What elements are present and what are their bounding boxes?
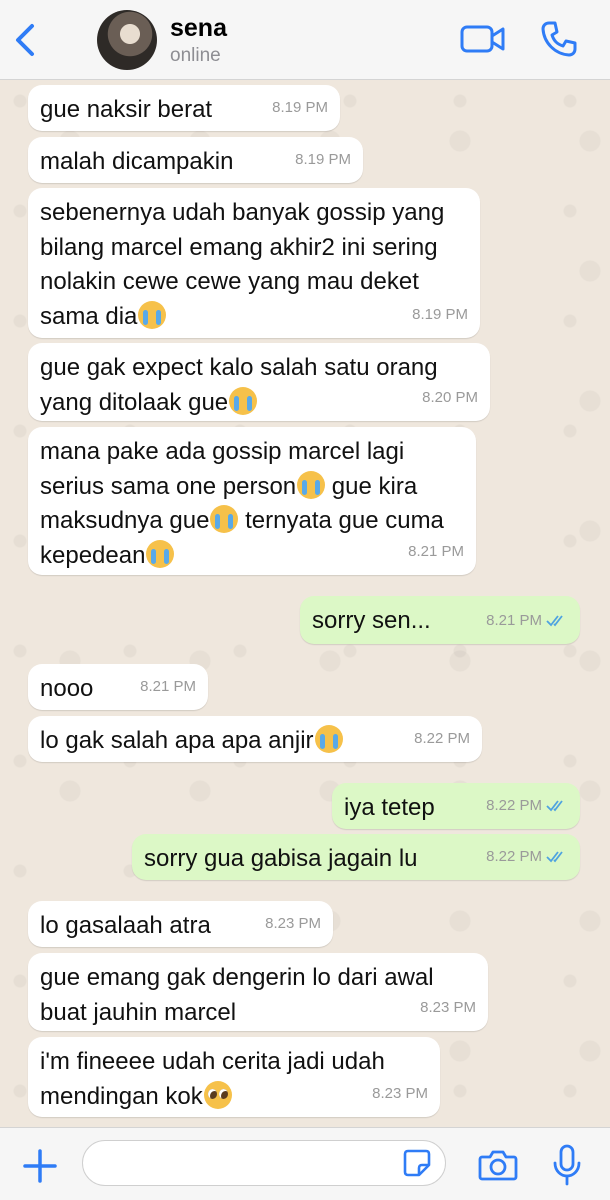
message-timestamp: 8.20 PM bbox=[422, 381, 478, 416]
timestamp-text: 8.23 PM bbox=[420, 998, 476, 1016]
phone-icon[interactable] bbox=[540, 20, 578, 58]
timestamp-text: 8.23 PM bbox=[265, 914, 321, 932]
plus-icon[interactable] bbox=[22, 1148, 58, 1184]
message-text: lo gak salah apa apa anjir bbox=[40, 727, 314, 754]
timestamp-text: 8.19 PM bbox=[412, 305, 468, 323]
message-text: gue emang gak dengerin lo dari awal buat… bbox=[40, 964, 434, 1026]
camera-icon[interactable] bbox=[478, 1148, 518, 1182]
incoming-message[interactable]: lo gasalaah atra 8.23 PM bbox=[28, 901, 333, 947]
message-list[interactable]: gue naksir berat 8.19 PM malah dicampakin 8… bbox=[0, 81, 610, 1127]
loudly-crying-face-emoji bbox=[297, 470, 326, 499]
message-text: nooo bbox=[40, 675, 94, 702]
message-text: iya tetep bbox=[344, 794, 435, 821]
loudly-crying-face-emoji bbox=[138, 300, 167, 329]
outgoing-message[interactable]: iya tetep 8.22 PM bbox=[332, 783, 580, 829]
pleading-face-emoji bbox=[203, 1080, 232, 1109]
message-text: sorry gua gabisa jagain lu bbox=[144, 845, 418, 872]
outgoing-message[interactable]: sorry gua gabisa jagain lu 8.22 PM bbox=[132, 834, 580, 880]
avatar[interactable] bbox=[97, 10, 157, 70]
timestamp-text: 8.22 PM bbox=[486, 847, 542, 865]
message-timestamp: 8.23 PM bbox=[372, 1077, 428, 1112]
timestamp-text: 8.19 PM bbox=[295, 150, 351, 168]
loudly-crying-face-emoji bbox=[229, 386, 258, 415]
message-timestamp: 8.21 PM bbox=[486, 604, 568, 639]
message-text: gue naksir berat bbox=[40, 96, 213, 123]
read-ticks-icon bbox=[546, 851, 563, 863]
video-camera-icon[interactable] bbox=[460, 22, 506, 56]
message-timestamp: 8.19 PM bbox=[295, 143, 351, 178]
loudly-crying-face-emoji bbox=[210, 505, 239, 533]
message-input[interactable] bbox=[82, 1140, 446, 1186]
chevron-left-icon[interactable] bbox=[10, 22, 42, 58]
contact-name[interactable]: sena bbox=[170, 14, 227, 43]
chat-header: sena online bbox=[0, 0, 610, 80]
timestamp-text: 8.21 PM bbox=[408, 542, 464, 560]
message-timestamp: 8.19 PM bbox=[412, 298, 468, 333]
message-text: sorry sen... bbox=[312, 607, 431, 634]
incoming-message[interactable]: gue naksir berat 8.19 PM bbox=[28, 85, 340, 131]
timestamp-text: 8.22 PM bbox=[414, 729, 470, 747]
incoming-message[interactable]: lo gak salah apa apa anjir 8.22 PM bbox=[28, 716, 482, 762]
timestamp-text: 8.21 PM bbox=[486, 611, 542, 629]
composer-bar bbox=[0, 1127, 610, 1200]
timestamp-text: 8.21 PM bbox=[140, 677, 196, 695]
message-timestamp: 8.22 PM bbox=[486, 789, 568, 824]
timestamp-text: 8.19 PM bbox=[272, 98, 328, 116]
incoming-message[interactable]: i'm fineeee udah cerita jadi udah mendin… bbox=[28, 1037, 440, 1117]
message-text: sebenernya udah banyak gossip yang bilan… bbox=[40, 199, 445, 330]
message-text: lo gasalaah atra bbox=[40, 912, 211, 939]
contact-status: online bbox=[170, 45, 221, 66]
incoming-message[interactable]: malah dicampakin 8.19 PM bbox=[28, 137, 363, 183]
message-timestamp: 8.19 PM bbox=[272, 91, 328, 126]
outgoing-message[interactable]: sorry sen... 8.21 PM bbox=[300, 596, 580, 644]
incoming-message[interactable]: mana pake ada gossip marcel lagi serius … bbox=[28, 427, 476, 575]
read-ticks-icon bbox=[546, 615, 563, 627]
message-timestamp: 8.23 PM bbox=[420, 991, 476, 1026]
message-text: malah dicampakin bbox=[40, 148, 234, 175]
timestamp-text: 8.22 PM bbox=[486, 796, 542, 814]
incoming-message[interactable]: gue gak expect kalo salah satu orang yan… bbox=[28, 343, 490, 421]
message-timestamp: 8.21 PM bbox=[140, 670, 196, 705]
incoming-message[interactable]: nooo 8.21 PM bbox=[28, 664, 208, 710]
incoming-message[interactable]: sebenernya udah banyak gossip yang bilan… bbox=[28, 188, 480, 338]
read-ticks-icon bbox=[546, 800, 563, 812]
loudly-crying-face-emoji bbox=[146, 539, 175, 568]
sticker-icon[interactable] bbox=[402, 1148, 432, 1178]
microphone-icon[interactable] bbox=[552, 1144, 582, 1186]
message-timestamp: 8.21 PM bbox=[408, 535, 464, 570]
message-timestamp: 8.22 PM bbox=[486, 840, 568, 875]
incoming-message[interactable]: gue emang gak dengerin lo dari awal buat… bbox=[28, 953, 488, 1031]
loudly-crying-face-emoji bbox=[314, 725, 343, 753]
message-timestamp: 8.22 PM bbox=[414, 722, 470, 757]
timestamp-text: 8.20 PM bbox=[422, 388, 478, 406]
message-timestamp: 8.23 PM bbox=[265, 907, 321, 942]
timestamp-text: 8.23 PM bbox=[372, 1084, 428, 1102]
